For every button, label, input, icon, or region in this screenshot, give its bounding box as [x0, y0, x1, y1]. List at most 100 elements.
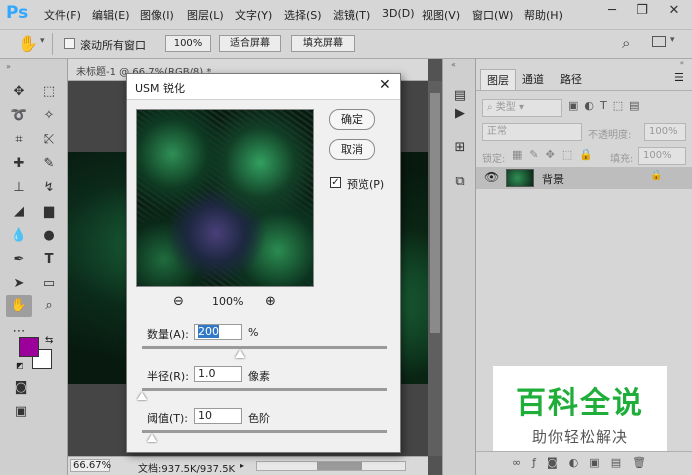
hand-tool-icon[interactable]: ✋ — [6, 295, 32, 317]
layer-row[interactable]: 👁 背景 🔒 — [476, 167, 692, 189]
dodge-tool-icon[interactable]: ● — [36, 225, 62, 247]
brush-tool-icon[interactable]: ✎ — [36, 153, 62, 175]
workspace-chevron-icon[interactable]: ▾ — [670, 35, 675, 45]
menu-3d[interactable]: 3D(D) — [382, 7, 415, 20]
menu-image[interactable]: 图像(I) — [140, 7, 174, 23]
status-arrow-icon[interactable]: ▸ — [240, 461, 244, 470]
history-brush-icon[interactable]: ↯ — [36, 177, 62, 199]
menu-filter[interactable]: 滤镜(T) — [333, 7, 370, 23]
fill-screen-button[interactable]: 填充屏幕 — [291, 35, 355, 52]
tab-layers[interactable]: 图层 — [480, 69, 516, 90]
workspace-icon[interactable] — [652, 36, 666, 47]
eyedropper-icon[interactable]: ⤪ — [36, 129, 62, 151]
zoom-level-field[interactable]: 66.67% — [70, 459, 111, 472]
layer-name[interactable]: 背景 — [542, 171, 564, 187]
zoom-in-icon[interactable]: ⊕ — [265, 294, 276, 309]
menu-edit[interactable]: 编辑(E) — [92, 7, 130, 23]
cancel-button[interactable]: 取消 — [329, 139, 375, 160]
radius-slider-knob[interactable] — [137, 392, 147, 400]
radius-slider-track[interactable] — [142, 388, 387, 391]
healing-brush-icon[interactable]: ✚ — [6, 153, 32, 175]
move-tool-icon[interactable]: ✥ — [6, 81, 32, 103]
radius-unit: 像素 — [248, 370, 270, 383]
collapse-icon[interactable]: » — [6, 62, 11, 71]
amount-slider-track[interactable] — [142, 346, 387, 349]
menu-file[interactable]: 文件(F) — [44, 7, 81, 23]
threshold-slider-track[interactable] — [142, 430, 387, 433]
zoom-out-icon[interactable]: ⊖ — [173, 294, 184, 309]
threshold-label: 阈值(T): — [147, 412, 189, 425]
stamp-tool-icon[interactable]: ⊥ — [6, 177, 32, 199]
magic-wand-icon[interactable]: ✧ — [36, 105, 62, 127]
filter-icons[interactable]: ▣◐T⬚▤ — [568, 99, 646, 112]
pen-tool-icon[interactable]: ✒ — [6, 249, 32, 271]
amount-slider-knob[interactable] — [235, 350, 245, 358]
actions-play-icon[interactable]: ▶ — [447, 103, 473, 125]
chevron-down-icon[interactable]: ▾ — [40, 36, 45, 46]
layer-actions-bar[interactable]: ∞ƒ◙◐▣▤🗑 — [476, 451, 692, 475]
amount-input[interactable]: 200 — [194, 324, 242, 340]
gradient-tool-icon[interactable]: ▆ — [36, 201, 62, 223]
search-icon[interactable]: ⌕ — [622, 34, 630, 52]
zoom-100-button[interactable]: 100% — [165, 35, 211, 52]
marquee-tool-icon[interactable]: ⬚ — [36, 81, 62, 103]
swap-colors-icon[interactable]: ⇆ — [45, 335, 53, 346]
fit-screen-button[interactable]: 适合屏幕 — [219, 35, 281, 52]
crop-tool-icon[interactable]: ⌗ — [6, 129, 32, 151]
quick-mask-icon[interactable]: ◙ — [8, 377, 34, 399]
ok-button[interactable]: 确定 — [329, 109, 375, 130]
collapsed-dock: « ▤ ▶ ⊞ ⧉ — [442, 59, 476, 475]
threshold-slider-knob[interactable] — [146, 434, 157, 442]
tab-paths[interactable]: 路径 — [554, 69, 588, 89]
expand-dock-icon[interactable]: « — [451, 60, 456, 69]
adjust-panel-icon[interactable]: ⧉ — [447, 171, 473, 193]
divider — [476, 90, 692, 91]
eraser-tool-icon[interactable]: ◢ — [6, 201, 32, 223]
threshold-unit: 色阶 — [248, 412, 270, 425]
menu-help[interactable]: 帮助(H) — [524, 7, 563, 23]
blur-tool-icon[interactable]: 💧 — [6, 225, 32, 247]
radius-input[interactable]: 1.0 — [194, 366, 242, 382]
panel-menu-icon[interactable]: ☰ — [674, 71, 684, 84]
menu-type[interactable]: 文字(Y) — [235, 7, 272, 23]
opacity-field[interactable]: 100% — [644, 123, 686, 141]
properties-panel-icon[interactable]: ⊞ — [447, 137, 473, 159]
path-select-icon[interactable]: ➤ — [6, 273, 32, 295]
rectangle-tool-icon[interactable]: ▭ — [36, 273, 62, 295]
screen-mode-icon[interactable]: ▣ — [8, 401, 34, 423]
visibility-eye-icon[interactable]: 👁 — [484, 170, 499, 184]
menu-select[interactable]: 选择(S) — [284, 7, 322, 23]
threshold-input[interactable]: 10 — [194, 408, 242, 424]
fill-field[interactable]: 100% — [638, 147, 686, 165]
dialog-titlebar[interactable]: USM 锐化 ✕ — [127, 74, 400, 100]
menu-window[interactable]: 窗口(W) — [472, 7, 513, 23]
tools-panel: » ✥ ⬚ ➰ ✧ ⌗ ⤪ ✚ ✎ ⊥ ↯ ◢ ▆ 💧 ● ✒ T ➤ ▭ ✋ … — [0, 59, 68, 475]
minimize-icon[interactable]: ─ — [598, 0, 626, 24]
type-tool-icon[interactable]: T — [36, 249, 62, 271]
horizontal-scrollbar[interactable] — [256, 461, 406, 471]
panel-collapse-icon[interactable]: « — [476, 59, 692, 67]
vertical-scrollbar[interactable] — [428, 81, 442, 456]
preview-checkbox[interactable]: ✓ — [330, 177, 341, 188]
blend-mode-select[interactable]: 正常 — [482, 123, 582, 141]
lock-icons[interactable]: ▦✎✥⬚🔒 — [512, 148, 600, 161]
foreground-color-swatch[interactable] — [19, 337, 39, 357]
menu-view[interactable]: 视图(V) — [422, 7, 460, 23]
tab-channels[interactable]: 通道 — [516, 69, 550, 89]
layer-filter-select[interactable]: ⌕ 类型 ▾ — [482, 99, 562, 117]
close-icon[interactable]: ✕ — [660, 0, 688, 24]
amount-value: 200 — [198, 325, 219, 338]
preview-image[interactable] — [136, 109, 314, 287]
default-colors-icon[interactable]: ◩ — [16, 361, 24, 370]
maximize-icon[interactable]: ❐ — [628, 0, 656, 24]
lasso-tool-icon[interactable]: ➰ — [6, 105, 32, 127]
scroll-all-checkbox[interactable] — [64, 38, 75, 49]
scrollbar-thumb[interactable] — [430, 93, 440, 333]
h-scrollbar-thumb[interactable] — [317, 462, 362, 470]
hand-tool-icon[interactable]: ✋ — [18, 34, 38, 53]
zoom-tool-icon[interactable]: ⌕ — [36, 295, 62, 317]
menu-bar: Ps 文件(F) 编辑(E) 图像(I) 图层(L) 文字(Y) 选择(S) 滤… — [0, 0, 692, 29]
menu-layer[interactable]: 图层(L) — [187, 7, 224, 23]
dialog-close-icon[interactable]: ✕ — [379, 77, 391, 93]
doc-size-info[interactable]: 文档:937.5K/937.5K — [138, 460, 235, 475]
